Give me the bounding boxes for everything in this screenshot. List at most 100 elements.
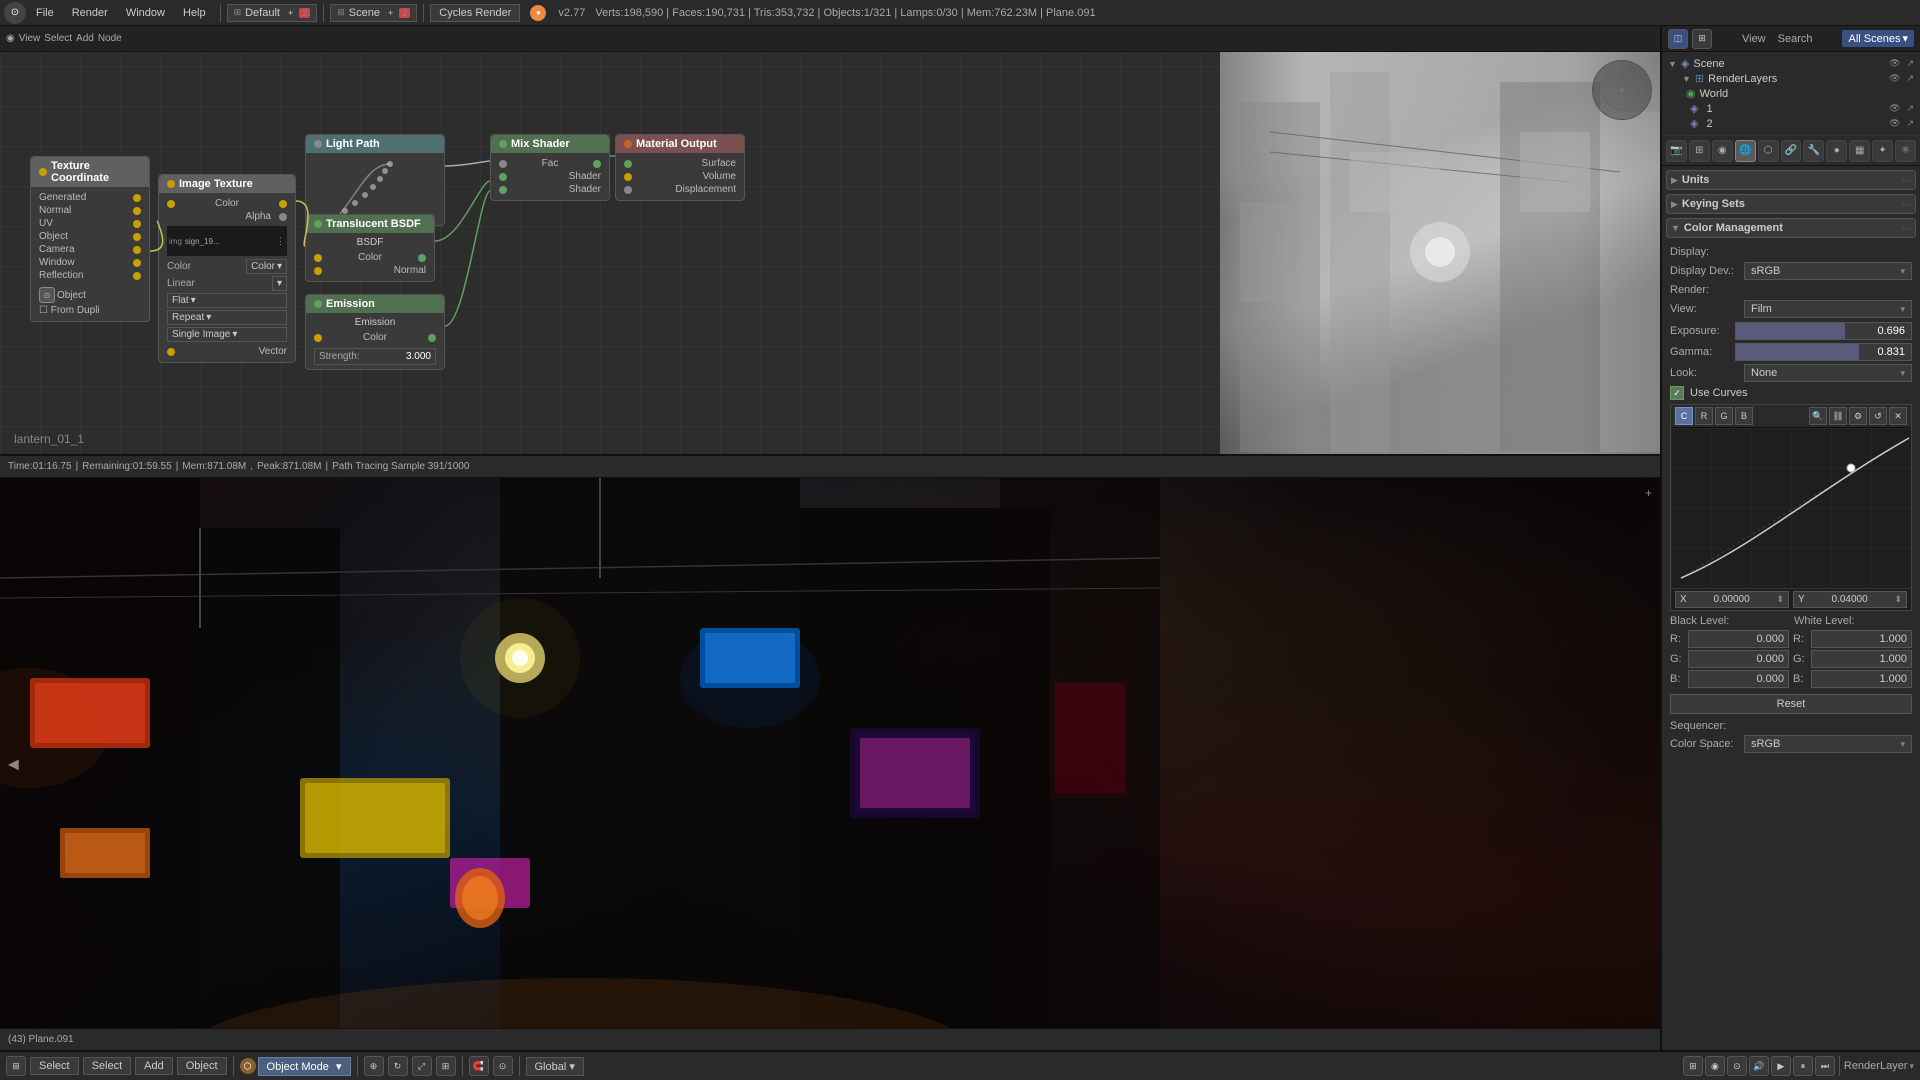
transform-grab-icon[interactable]: ⊕ <box>364 1056 384 1076</box>
menu-help[interactable]: Help <box>175 5 214 21</box>
white-r-field[interactable]: 1.000 <box>1811 630 1912 648</box>
curves-channel-r[interactable]: R <box>1695 407 1713 425</box>
viewport-3d[interactable]: 👁 View Select Object <box>1220 26 1660 456</box>
prop-scene-icon[interactable]: ◉ <box>1712 140 1733 162</box>
bottom-tool-7[interactable]: ⏭ <box>1815 1056 1835 1076</box>
node-editor[interactable]: ◉ View Select Add Node Texture Coordinat… <box>0 26 1660 456</box>
layer1-visibility-icon[interactable]: 👁 <box>1889 103 1900 114</box>
viewport-nav-circle[interactable]: + <box>1592 60 1652 120</box>
cm-look-dropdown[interactable]: None ▾ <box>1744 364 1912 382</box>
transform-scale-icon[interactable]: ⤢ <box>412 1056 432 1076</box>
cm-use-curves-checkbox[interactable]: ✓ <box>1670 386 1684 400</box>
blender-icon[interactable]: ⊙ <box>4 2 26 24</box>
menu-render[interactable]: Render <box>64 5 116 21</box>
curves-canvas[interactable] <box>1671 428 1911 588</box>
bottom-tool-4[interactable]: 🔊 <box>1749 1056 1769 1076</box>
curves-x-field[interactable]: X 0.00000 ⬍ <box>1675 591 1789 608</box>
black-g-field[interactable]: 0.000 <box>1688 650 1789 668</box>
scene-visibility-icon[interactable]: 👁 <box>1889 58 1900 69</box>
it-source-field[interactable]: Single Image ▾ <box>167 327 287 342</box>
white-g-field[interactable]: 1.000 <box>1811 650 1912 668</box>
color-management-section-header[interactable]: ▼ Color Management ⋯ <box>1666 218 1916 238</box>
curves-zoom-in-icon[interactable]: 🔍 <box>1809 407 1827 425</box>
prop-renderlayers-icon[interactable]: ⊞ <box>1689 140 1710 162</box>
snap-icon[interactable]: 🧲 <box>469 1056 489 1076</box>
emission-node[interactable]: Emission Emission Color Strength: 3.000 <box>305 294 445 370</box>
prop-constraints-icon[interactable]: 🔗 <box>1781 140 1802 162</box>
right-panel-icon-1[interactable]: ◫ <box>1668 29 1688 49</box>
scene-tree-world[interactable]: ◉ World <box>1666 86 1916 101</box>
curves-close-icon[interactable]: ✕ <box>1889 407 1907 425</box>
bottom-view-btn[interactable]: Select <box>30 1057 79 1075</box>
cm-use-curves-row[interactable]: ✓ Use Curves <box>1670 386 1912 400</box>
keying-sets-section-header[interactable]: ▶ Keying Sets ⋯ <box>1666 194 1916 214</box>
units-section-header[interactable]: ▶ Units ⋯ <box>1666 170 1916 190</box>
it-projection-dropdown[interactable]: Flat ▾ <box>167 293 287 308</box>
search-label[interactable]: Search <box>1778 33 1813 45</box>
bottom-add-btn[interactable]: Add <box>135 1057 173 1075</box>
global-selector[interactable]: Global ▾ <box>526 1057 584 1076</box>
render-engine-selector[interactable]: Cycles Render <box>430 4 520 22</box>
black-r-field[interactable]: 0.000 <box>1688 630 1789 648</box>
node-editor-menu-select[interactable]: Select <box>44 33 72 44</box>
render-nav-left[interactable]: ◀ <box>8 756 19 773</box>
prop-world-icon[interactable]: 🌐 <box>1735 140 1756 162</box>
all-scenes-selector[interactable]: All Scenes ▾ <box>1842 30 1914 47</box>
bottom-select-btn[interactable]: Select <box>83 1057 132 1075</box>
curves-channel-c[interactable]: C <box>1675 407 1693 425</box>
bottom-icon-left[interactable]: ⊞ <box>6 1056 26 1076</box>
cm-gamma-slider[interactable]: 0.831 <box>1735 343 1912 361</box>
curves-y-arrows[interactable]: ⬍ <box>1894 594 1902 605</box>
cm-exposure-slider[interactable]: 0.696 <box>1735 322 1912 340</box>
curves-x-arrows[interactable]: ⬍ <box>1776 594 1784 605</box>
workspace-selector[interactable]: ⊞ Default + 2 <box>227 4 318 22</box>
texture-coordinate-node[interactable]: Texture Coordinate Generated Normal UV O… <box>30 156 150 322</box>
light-path-node[interactable]: Light Path <box>305 134 445 226</box>
scene-selector[interactable]: ⊞ Scene + 2 <box>330 4 417 22</box>
node-editor-menu-view[interactable]: View <box>19 33 41 44</box>
black-b-field[interactable]: 0.000 <box>1688 670 1789 688</box>
curves-y-field[interactable]: Y 0.04000 ⬍ <box>1793 591 1907 608</box>
cm-display-device-dropdown[interactable]: sRGB ▾ <box>1744 262 1912 280</box>
bottom-tool-1[interactable]: ⊞ <box>1683 1056 1703 1076</box>
bottom-tool-6[interactable]: ⏸ <box>1793 1056 1813 1076</box>
it-interp-dropdown[interactable]: ▾ <box>272 276 287 291</box>
curves-reset-icon[interactable]: ↺ <box>1869 407 1887 425</box>
renderlayers-visibility-icon[interactable]: 👁 <box>1889 73 1900 84</box>
image-menu-btn[interactable]: ⋮ <box>276 236 285 247</box>
node-editor-menu-node[interactable]: Node <box>98 33 122 44</box>
scene-tree-renderlayers[interactable]: ▼ ⊞ RenderLayers 👁 ↗ <box>1666 71 1916 86</box>
units-dots[interactable]: ⋯ <box>1902 175 1911 186</box>
curves-settings-icon[interactable]: ⚙ <box>1849 407 1867 425</box>
node-editor-menu-add[interactable]: Add <box>76 33 94 44</box>
layer2-visibility-icon[interactable]: 👁 <box>1889 118 1900 129</box>
curves-channel-b[interactable]: B <box>1735 407 1753 425</box>
prop-particles-icon[interactable]: ✦ <box>1872 140 1893 162</box>
mix-shader-node[interactable]: Mix Shader Fac Shader Shader <box>490 134 610 201</box>
prop-texture-icon[interactable]: ▦ <box>1849 140 1870 162</box>
view-label[interactable]: View <box>1742 33 1766 45</box>
it-extension-field[interactable]: Repeat ▾ <box>167 310 287 325</box>
object-mode-selector[interactable]: Object Mode ▾ <box>258 1057 351 1076</box>
curves-link-icon[interactable]: ⛓ <box>1829 407 1847 425</box>
scene-tree-scene[interactable]: ▼ ◈ Scene 👁 ↗ <box>1666 56 1916 71</box>
reset-button[interactable]: Reset <box>1670 694 1912 714</box>
render-layer-arrow[interactable]: ▾ <box>1909 1061 1914 1072</box>
bottom-object-btn[interactable]: Object <box>177 1057 227 1075</box>
it-color-dropdown[interactable]: Color ▾ <box>246 259 287 274</box>
renderlayers-arrow-icon[interactable]: ↗ <box>1906 73 1914 84</box>
transform-rotate-icon[interactable]: ↻ <box>388 1056 408 1076</box>
proportional-icon[interactable]: ⊙ <box>493 1056 513 1076</box>
prop-modifiers-icon[interactable]: 🔧 <box>1803 140 1824 162</box>
bottom-tool-5[interactable]: ▶ <box>1771 1056 1791 1076</box>
it-color-field[interactable]: Color Color ▾ <box>167 259 287 274</box>
it-extension-dropdown[interactable]: Repeat ▾ <box>167 310 287 325</box>
transform-mode-icon[interactable]: ⊞ <box>436 1056 456 1076</box>
menu-window[interactable]: Window <box>118 5 173 21</box>
color-space-dropdown[interactable]: sRGB ▾ <box>1744 735 1912 753</box>
tc-object-toggle[interactable]: ⊙ Object <box>39 287 86 303</box>
scene-arrow-icon[interactable]: ↗ <box>1906 58 1914 69</box>
curves-area[interactable]: C R G B 🔍 ⛓ ⚙ ↺ ✕ <box>1670 404 1912 611</box>
menu-file[interactable]: File <box>28 5 62 21</box>
bottom-tool-2[interactable]: ◉ <box>1705 1056 1725 1076</box>
